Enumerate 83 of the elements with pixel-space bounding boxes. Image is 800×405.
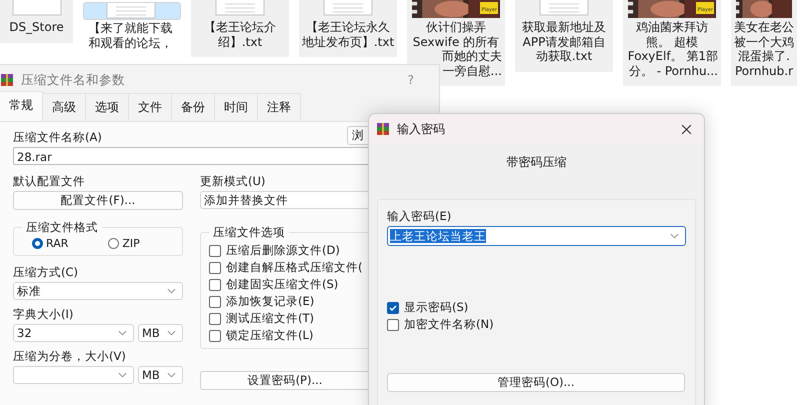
file-name: 绍】.txt — [218, 34, 262, 49]
set-password-button[interactable]: 设置密码(P)... — [200, 371, 370, 390]
password-field[interactable]: 上老王论坛当老王 — [387, 226, 686, 246]
document-icon — [215, 0, 265, 16]
radio-label: RAR — [46, 237, 68, 250]
file-name: 美女在老公 — [734, 20, 794, 34]
file-name: 分。 - Pornhu... — [628, 64, 719, 78]
field-label: 压缩为分卷，大小(V) — [13, 348, 127, 364]
file-name: FoxyElf。 第1部 — [628, 49, 719, 64]
document-icon — [323, 0, 373, 16]
chevron-down-icon — [118, 330, 127, 336]
file-name: 混蛋操了. — [738, 49, 790, 64]
tab[interactable]: 常规 — [0, 91, 43, 121]
file-tile[interactable]: 美女在老公 被一个大鸡 混蛋操了. Pornhub.r — [731, 0, 797, 86]
file-name: 获取最新地址及 — [522, 20, 606, 34]
file-name: 被一个大鸡 — [734, 34, 794, 49]
dictionary-size-select[interactable]: 32 — [13, 324, 134, 342]
checkbox[interactable] — [209, 330, 221, 342]
unit-select[interactable]: MB — [138, 324, 183, 342]
file-name: DS_Store — [9, 20, 64, 34]
archive-app-icon — [377, 123, 389, 135]
document-icon — [539, 0, 589, 16]
window-title: 输入密码 — [397, 120, 445, 138]
field-label: 压缩文件名称(A) — [13, 129, 102, 145]
check-icon — [388, 302, 398, 312]
file-name: 伙计们操弄 — [426, 20, 486, 34]
close-icon[interactable] — [681, 124, 692, 134]
checkbox-label: 创建固实压缩文件(S) — [226, 277, 338, 292]
chevron-down-icon — [118, 372, 127, 378]
checkbox[interactable] — [209, 262, 221, 274]
file-tile[interactable]: DS_Store — [0, 0, 73, 42]
checkbox-label: 创建自解压格式压缩文件( — [226, 260, 362, 275]
dialog-heading: 带密码压缩 — [506, 154, 568, 171]
file-icon — [12, 0, 62, 16]
checkbox[interactable] — [209, 296, 221, 308]
checkbox[interactable] — [209, 244, 221, 256]
file-name: 地址发布页】.txt — [302, 34, 394, 49]
field-label: 更新模式(U) — [200, 173, 266, 189]
checkbox-label: 显示密码(S) — [404, 300, 468, 315]
file-name: 【老王论坛永久 — [306, 20, 390, 34]
file-name: 【老王论坛介 — [204, 20, 276, 34]
field-label: 字典大小(I) — [13, 306, 74, 322]
field-label: 默认配置文件 — [13, 173, 86, 189]
file-tile[interactable]: 获取最新地址及 APP请发邮箱自 动获取.txt — [515, 0, 613, 72]
method-select[interactable]: 标准 — [13, 282, 183, 300]
checkbox-label: 锁定压缩文件(L) — [226, 328, 314, 343]
file-name: 一旁自慰... — [442, 64, 503, 78]
window-title: 压缩文件名和参数 — [21, 72, 125, 88]
radio-button[interactable] — [32, 238, 43, 249]
chevron-down-icon — [167, 372, 176, 378]
checkbox[interactable] — [387, 302, 399, 314]
file-name: Pornhub.r — [734, 64, 794, 78]
checkbox[interactable] — [387, 318, 399, 330]
file-name: APP请发邮箱自 — [522, 34, 606, 49]
group-title: 压缩文件格式 — [25, 220, 99, 235]
tab[interactable]: 注释 — [257, 93, 301, 121]
file-tile[interactable]: 【老王论坛介 绍】.txt — [191, 0, 289, 57]
file-name: 【来了就能下载 — [88, 21, 172, 36]
file-name: 鸡油菌来拜访 — [636, 20, 708, 34]
profile-button[interactable]: 配置文件(F)... — [13, 191, 183, 210]
unit-select[interactable]: MB — [138, 366, 183, 384]
checkbox-label: 压缩后删除源文件(D) — [226, 243, 340, 258]
file-name: 和观看的论坛， — [88, 36, 172, 50]
checkbox-label: 添加恢复记录(E) — [226, 294, 314, 309]
checkbox-label: 加密文件名称(N) — [404, 317, 494, 332]
file-name: 熊。 超模 — [646, 34, 698, 49]
field-label: 压缩方式(C) — [13, 264, 80, 280]
checkbox[interactable] — [209, 312, 221, 324]
file-name: 而她的丈夫 — [442, 49, 503, 64]
file-name: Sexwife 的所有 — [412, 34, 500, 49]
group-title: 压缩文件选项 — [212, 225, 286, 240]
chevron-down-icon — [670, 233, 679, 239]
chevron-down-icon — [167, 288, 176, 294]
archive-app-icon — [1, 74, 13, 86]
checkbox[interactable] — [209, 278, 221, 290]
radio-label: ZIP — [122, 237, 140, 250]
chevron-down-icon — [167, 330, 176, 336]
checkbox-label: 测试压缩文件(T) — [226, 311, 314, 326]
file-name: 动获取.txt — [536, 49, 592, 64]
file-tile[interactable]: 【老王论坛永久 地址发布页】.txt — [299, 0, 397, 57]
manage-passwords-button[interactable]: 管理密码(O)... — [387, 373, 685, 392]
radio-button[interactable] — [108, 238, 120, 249]
field-label: 输入密码(E) — [387, 208, 452, 224]
